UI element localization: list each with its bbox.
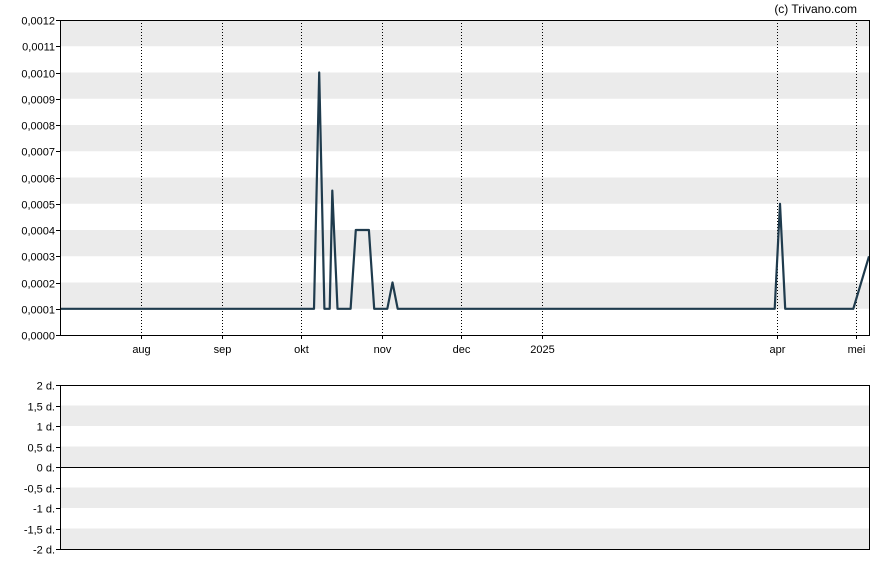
y-tick-label: 0,0011 bbox=[22, 42, 55, 54]
volume-band bbox=[60, 385, 869, 406]
x-tick-label: aug bbox=[132, 344, 150, 356]
x-tick-label: mei bbox=[848, 344, 866, 356]
volume-chart-y-axis: 2 d. 1,5 d. 1 d. 0,5 d. 0 d. -0,5 d. -1 d. -1,5… bbox=[24, 381, 60, 557]
volume-y-tick-label: 0,5 d. bbox=[27, 443, 55, 455]
price-band-shaded bbox=[60, 72, 869, 99]
x-tick-label: dec bbox=[453, 344, 471, 356]
y-tick-label: 0,0001 bbox=[21, 305, 55, 317]
chart-canvas: 0,0012 0,0011 0,0010 0,0009 0,0008 0,0007 0,00… bbox=[21, 2, 871, 557]
y-tick-label: 0,0009 bbox=[21, 95, 55, 107]
price-band bbox=[60, 256, 869, 283]
volume-y-tick-label: 1 d. bbox=[37, 422, 55, 434]
price-band-shaded bbox=[60, 177, 869, 204]
price-band bbox=[60, 151, 869, 178]
volume-y-tick-label: -1 d. bbox=[33, 504, 55, 516]
x-tick-label: sep bbox=[214, 344, 232, 356]
price-band bbox=[60, 308, 869, 335]
y-tick-label: 0,0010 bbox=[21, 69, 55, 81]
price-band bbox=[60, 98, 869, 125]
volume-y-tick-label: 2 d. bbox=[37, 381, 55, 393]
volume-band-shaded bbox=[60, 405, 869, 426]
y-tick-label: 0,0007 bbox=[21, 147, 55, 159]
x-tick-label: 2025 bbox=[530, 344, 554, 356]
price-band-shaded bbox=[60, 20, 869, 47]
x-tick-label: apr bbox=[770, 344, 786, 356]
price-band-shaded bbox=[60, 282, 869, 309]
volume-y-tick-label: 1,5 d. bbox=[27, 402, 55, 414]
price-chart-panel: 0,0012 0,0011 0,0010 0,0009 0,0008 0,0007 0,00… bbox=[21, 16, 871, 356]
volume-band-shaded bbox=[60, 446, 869, 467]
y-tick-label: 0,0012 bbox=[21, 16, 55, 28]
price-chart-bands bbox=[60, 20, 869, 335]
volume-band bbox=[60, 467, 869, 488]
y-tick-label: 0,0004 bbox=[21, 226, 55, 238]
y-tick-label: 0,0006 bbox=[21, 174, 55, 186]
volume-band bbox=[60, 508, 869, 529]
volume-band bbox=[60, 426, 869, 447]
y-tick-label: 0,0008 bbox=[21, 121, 55, 133]
y-tick-label: 0,0005 bbox=[21, 200, 55, 212]
volume-y-tick-label: -0,5 d. bbox=[24, 484, 55, 496]
price-band bbox=[60, 46, 869, 73]
price-chart-y-axis: 0,0012 0,0011 0,0010 0,0009 0,0008 0,0007 0,00… bbox=[21, 16, 60, 343]
credit-label: (c) Trivano.com bbox=[774, 2, 857, 16]
volume-y-tick-label: 0 d. bbox=[37, 463, 55, 475]
y-tick-label: 0,0003 bbox=[21, 252, 55, 264]
x-tick-label: okt bbox=[294, 344, 309, 356]
volume-chart-panel: 2 d. 1,5 d. 1 d. 0,5 d. 0 d. -0,5 d. -1 d. -1,5… bbox=[24, 381, 870, 557]
y-tick-label: 0,0000 bbox=[21, 331, 55, 343]
volume-band-shaded bbox=[60, 487, 869, 508]
y-tick-label: 0,0002 bbox=[21, 279, 55, 291]
x-tick-label: nov bbox=[374, 344, 392, 356]
price-band-shaded bbox=[60, 125, 869, 152]
price-band-shaded bbox=[60, 230, 869, 257]
volume-band-shaded bbox=[60, 528, 869, 549]
price-band bbox=[60, 203, 869, 230]
volume-y-tick-label: -1,5 d. bbox=[24, 525, 55, 537]
price-chart-x-axis: aug sep okt nov dec 2025 apr mei bbox=[132, 335, 865, 356]
volume-y-tick-label: -2 d. bbox=[33, 545, 55, 557]
